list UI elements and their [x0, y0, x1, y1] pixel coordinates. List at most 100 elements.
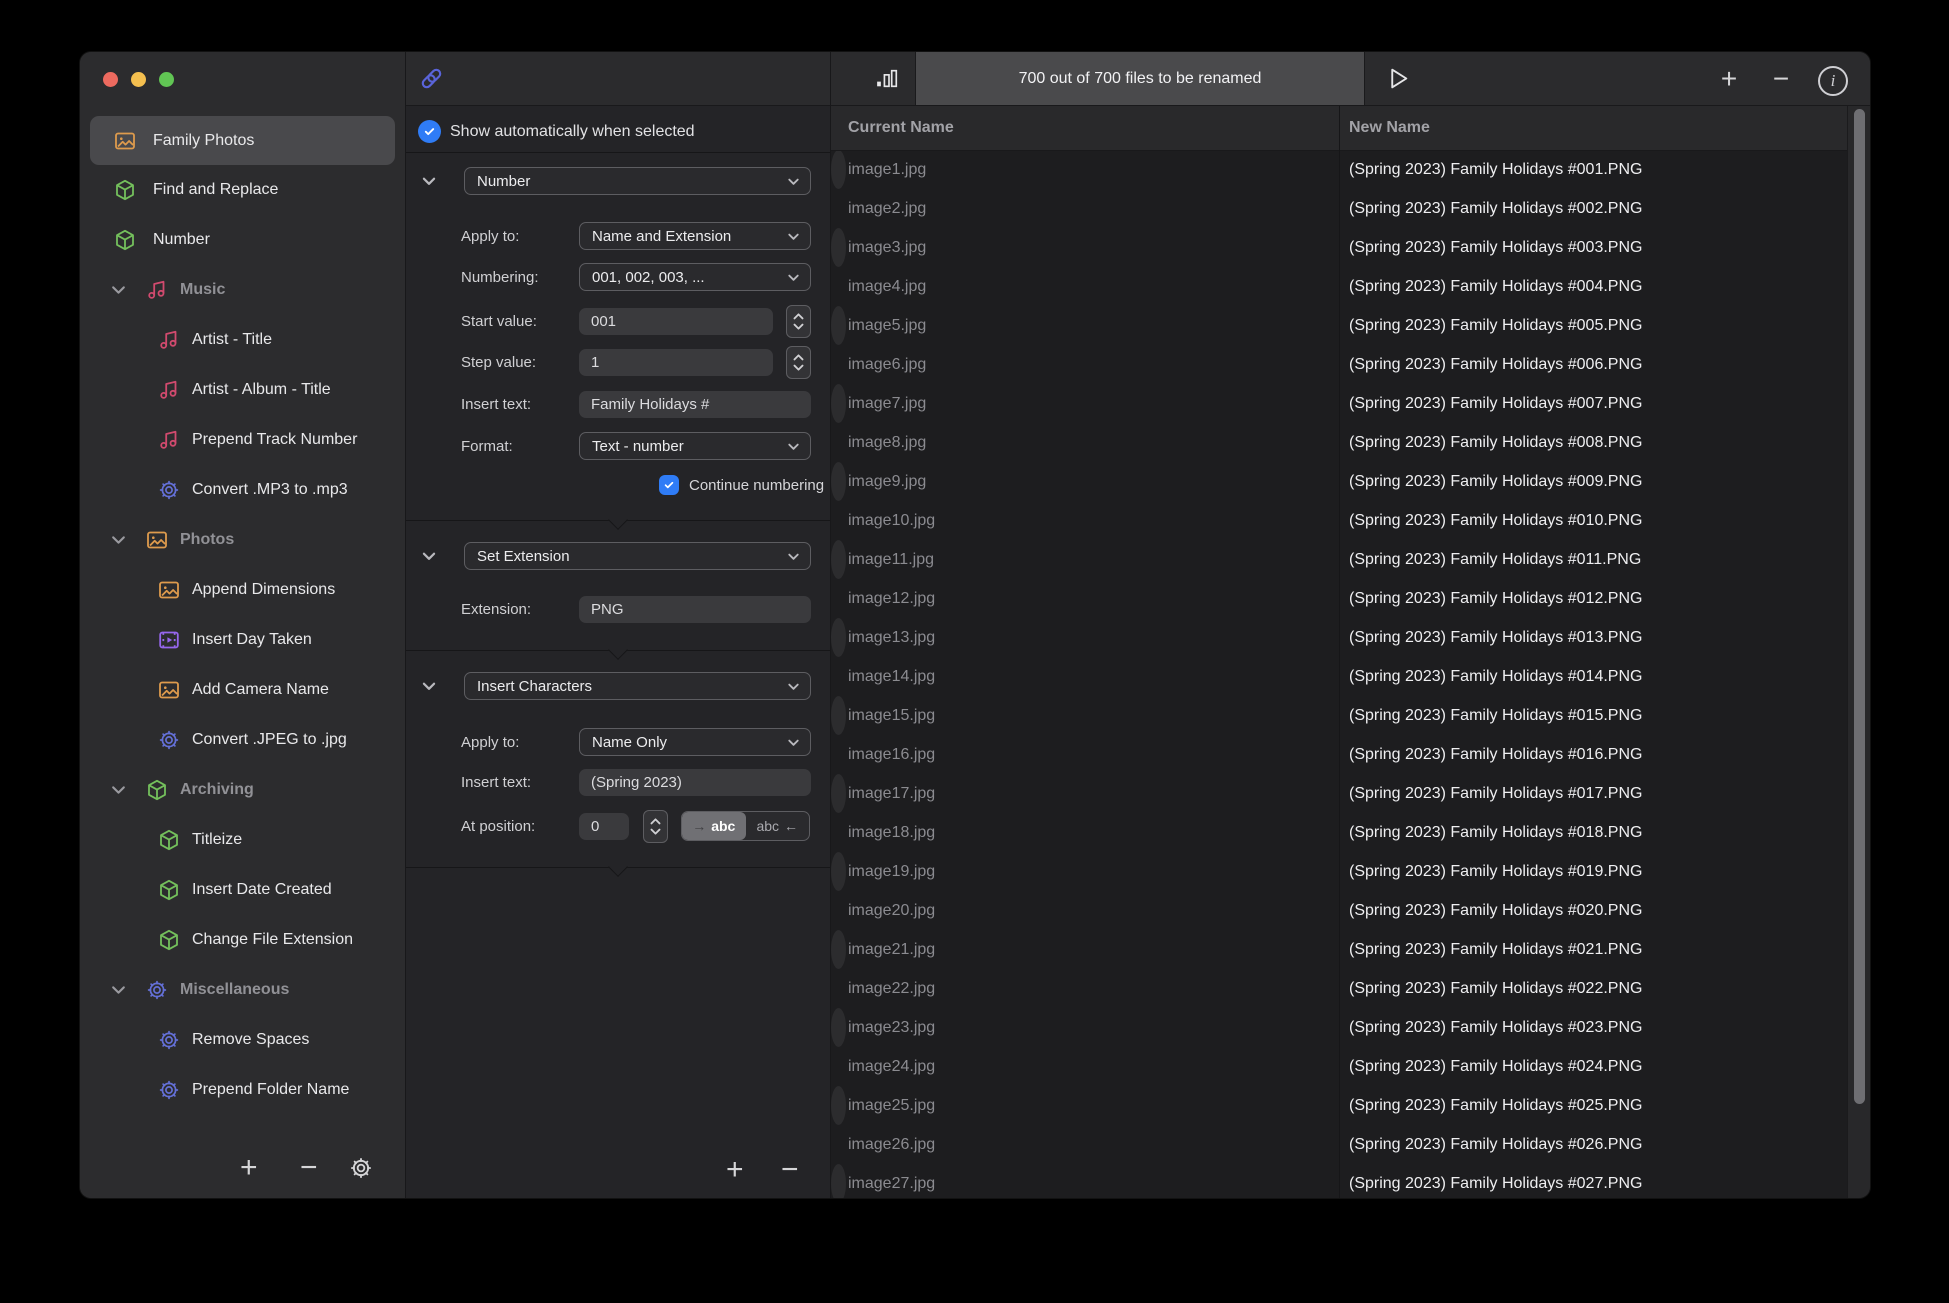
- chevron-down-icon[interactable]: [110, 782, 127, 799]
- insert-text-row: Insert text: Family Holidays #: [461, 390, 811, 418]
- table-row[interactable]: image22.jpg(Spring 2023) Family Holidays…: [831, 969, 1870, 1008]
- sidebar-item-convert-mp3-to-mp3[interactable]: Convert .MP3 to .mp3: [80, 465, 405, 515]
- table-row[interactable]: image3.jpg(Spring 2023) Family Holidays …: [831, 228, 846, 267]
- table-row[interactable]: image20.jpg(Spring 2023) Family Holidays…: [831, 891, 1870, 930]
- settings-gear-icon[interactable]: [348, 1155, 374, 1181]
- action-type-dropdown[interactable]: Set Extension: [464, 542, 811, 570]
- table-row[interactable]: image6.jpg(Spring 2023) Family Holidays …: [831, 345, 1870, 384]
- chevron-down-icon[interactable]: [420, 547, 438, 565]
- sidebar-item-titleize[interactable]: Titleize: [80, 815, 405, 865]
- app-window: Family PhotosFind and ReplaceNumberMusic…: [80, 52, 1870, 1198]
- chevron-down-icon[interactable]: [110, 982, 127, 999]
- insert-text-field[interactable]: Family Holidays #: [579, 391, 811, 418]
- bar-chart-icon[interactable]: [874, 66, 899, 91]
- table-row[interactable]: image5.jpg(Spring 2023) Family Holidays …: [831, 306, 846, 345]
- link-icon[interactable]: [418, 65, 445, 92]
- apply-to-dropdown[interactable]: Name Only: [579, 728, 811, 756]
- table-row[interactable]: image10.jpg(Spring 2023) Family Holidays…: [831, 501, 1870, 540]
- sidebar-item-change-file-extension[interactable]: Change File Extension: [80, 915, 405, 965]
- start-value-field[interactable]: 001: [579, 308, 773, 335]
- column-divider[interactable]: [1339, 105, 1340, 1198]
- table-row[interactable]: image1.jpg(Spring 2023) Family Holidays …: [831, 150, 846, 189]
- table-row[interactable]: image18.jpg(Spring 2023) Family Holidays…: [831, 813, 1870, 852]
- add-files-button[interactable]: +: [1709, 52, 1749, 105]
- table-row[interactable]: image7.jpg(Spring 2023) Family Holidays …: [831, 384, 846, 423]
- remove-files-button[interactable]: −: [1761, 52, 1801, 105]
- step-value-field[interactable]: 1: [579, 349, 773, 376]
- info-button[interactable]: i: [1818, 66, 1848, 96]
- continue-numbering-checkbox[interactable]: [659, 475, 679, 495]
- from-start-segment[interactable]: → abc: [682, 812, 746, 840]
- position-field[interactable]: 0: [579, 813, 629, 840]
- format-dropdown[interactable]: Text - number: [579, 432, 811, 460]
- step-value-stepper[interactable]: [786, 346, 811, 379]
- sidebar-item-append-dimensions[interactable]: Append Dimensions: [80, 565, 405, 615]
- sidebar-item-prepend-track-number[interactable]: Prepend Track Number: [80, 415, 405, 465]
- column-header-new-name[interactable]: New Name: [1349, 119, 1430, 137]
- new-name-cell: (Spring 2023) Family Holidays #009.PNG: [1349, 473, 1642, 491]
- from-end-segment[interactable]: abc ←: [746, 812, 810, 840]
- sidebar-item-music[interactable]: Music: [80, 265, 405, 315]
- add-action-button[interactable]: +: [726, 1153, 744, 1187]
- extension-field[interactable]: PNG: [579, 596, 811, 623]
- table-row[interactable]: image26.jpg(Spring 2023) Family Holidays…: [831, 1125, 1870, 1164]
- chevron-down-icon[interactable]: [420, 172, 438, 190]
- zoom-button[interactable]: [159, 72, 174, 87]
- column-header-current-name[interactable]: Current Name: [848, 119, 954, 137]
- table-row[interactable]: image24.jpg(Spring 2023) Family Holidays…: [831, 1047, 1870, 1086]
- chevron-down-icon[interactable]: [110, 282, 127, 299]
- sidebar-item-prepend-folder-name[interactable]: Prepend Folder Name: [80, 1065, 405, 1115]
- table-row[interactable]: image21.jpg(Spring 2023) Family Holidays…: [831, 930, 846, 969]
- table-row[interactable]: image8.jpg(Spring 2023) Family Holidays …: [831, 423, 1870, 462]
- table-row[interactable]: image2.jpg(Spring 2023) Family Holidays …: [831, 189, 1870, 228]
- remove-preset-button[interactable]: −: [300, 1151, 318, 1185]
- sidebar-item-artist-album-title[interactable]: Artist - Album - Title: [80, 365, 405, 415]
- chevron-down-icon[interactable]: [110, 532, 127, 549]
- table-row[interactable]: image14.jpg(Spring 2023) Family Holidays…: [831, 657, 1870, 696]
- close-button[interactable]: [103, 72, 118, 87]
- action-type-dropdown[interactable]: Number: [464, 167, 811, 195]
- position-stepper[interactable]: [643, 810, 668, 843]
- table-row[interactable]: image12.jpg(Spring 2023) Family Holidays…: [831, 579, 1870, 618]
- run-rename-button[interactable]: [1386, 66, 1411, 91]
- scrollbar-track[interactable]: [1847, 105, 1870, 1198]
- new-name-cell: (Spring 2023) Family Holidays #002.PNG: [1349, 200, 1642, 218]
- sidebar-item-number[interactable]: Number: [80, 215, 405, 265]
- sidebar-item-archiving[interactable]: Archiving: [80, 765, 405, 815]
- table-row[interactable]: image27.jpg(Spring 2023) Family Holidays…: [831, 1164, 846, 1198]
- table-row[interactable]: image9.jpg(Spring 2023) Family Holidays …: [831, 462, 846, 501]
- sidebar-item-find-and-replace[interactable]: Find and Replace: [80, 165, 405, 215]
- table-row[interactable]: image15.jpg(Spring 2023) Family Holidays…: [831, 696, 846, 735]
- sidebar-item-family-photos[interactable]: Family Photos: [90, 116, 395, 165]
- sidebar-item-insert-day-taken[interactable]: Insert Day Taken: [80, 615, 405, 665]
- sidebar-item-label: Convert .MP3 to .mp3: [192, 481, 348, 499]
- sidebar-item-insert-date-created[interactable]: Insert Date Created: [80, 865, 405, 915]
- table-row[interactable]: image19.jpg(Spring 2023) Family Holidays…: [831, 852, 846, 891]
- sidebar-item-artist-title[interactable]: Artist - Title: [80, 315, 405, 365]
- minimize-button[interactable]: [131, 72, 146, 87]
- apply-to-dropdown[interactable]: Name and Extension: [579, 222, 811, 250]
- table-row[interactable]: image25.jpg(Spring 2023) Family Holidays…: [831, 1086, 846, 1125]
- sidebar-item-miscellaneous[interactable]: Miscellaneous: [80, 965, 405, 1015]
- sidebar-item-convert-jpeg-to-jpg[interactable]: Convert .JPEG to .jpg: [80, 715, 405, 765]
- table-row[interactable]: image17.jpg(Spring 2023) Family Holidays…: [831, 774, 846, 813]
- new-name-cell: (Spring 2023) Family Holidays #026.PNG: [1349, 1136, 1642, 1154]
- remove-action-button[interactable]: −: [781, 1153, 799, 1187]
- add-preset-button[interactable]: +: [240, 1151, 258, 1185]
- table-row[interactable]: image16.jpg(Spring 2023) Family Holidays…: [831, 735, 1870, 774]
- table-row[interactable]: image11.jpg(Spring 2023) Family Holidays…: [831, 540, 846, 579]
- chevron-down-icon[interactable]: [420, 677, 438, 695]
- table-row[interactable]: image23.jpg(Spring 2023) Family Holidays…: [831, 1008, 846, 1047]
- insert-text-field[interactable]: (Spring 2023): [579, 769, 811, 796]
- table-row[interactable]: image4.jpg(Spring 2023) Family Holidays …: [831, 267, 1870, 306]
- action-type-dropdown[interactable]: Insert Characters: [464, 672, 811, 700]
- scrollbar-thumb[interactable]: [1854, 109, 1865, 1104]
- table-row[interactable]: image13.jpg(Spring 2023) Family Holidays…: [831, 618, 846, 657]
- section-divider: [406, 650, 830, 651]
- show-automatically-checkbox[interactable]: [418, 120, 441, 143]
- sidebar-item-photos[interactable]: Photos: [80, 515, 405, 565]
- start-value-stepper[interactable]: [786, 305, 811, 338]
- sidebar-item-add-camera-name[interactable]: Add Camera Name: [80, 665, 405, 715]
- numbering-dropdown[interactable]: 001, 002, 003, ...: [579, 263, 811, 291]
- sidebar-item-remove-spaces[interactable]: Remove Spaces: [80, 1015, 405, 1065]
